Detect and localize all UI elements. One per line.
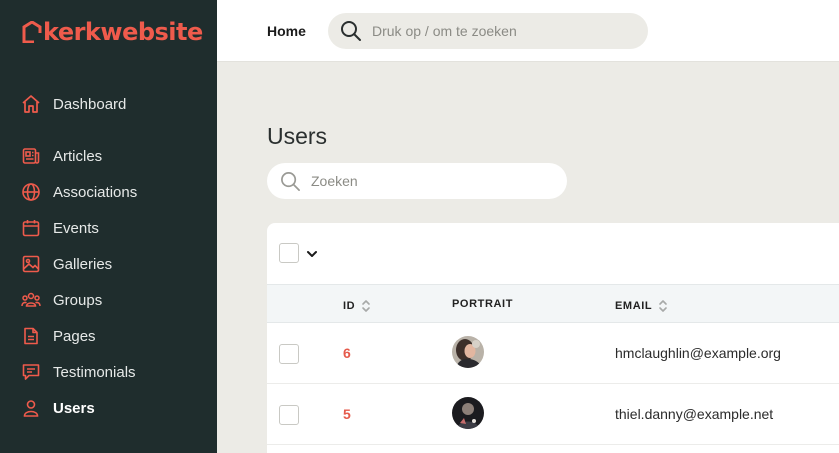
sidebar-item-testimonials[interactable]: Testimonials: [20, 359, 136, 385]
users-table: ID PORTRAIT EMAIL 6 hmclaughlin@example.…: [267, 223, 839, 453]
sidebar-item-dashboard[interactable]: Dashboard: [20, 91, 126, 117]
sidebar-item-label: Galleries: [53, 255, 113, 273]
calendar-icon: [20, 217, 42, 239]
user-search[interactable]: [267, 163, 567, 199]
globe-icon: [20, 181, 42, 203]
top-bar: Home: [217, 0, 839, 62]
user-icon: [20, 397, 42, 419]
global-search[interactable]: [328, 13, 648, 49]
table-row[interactable]: 6 hmclaughlin@example.org: [267, 323, 839, 384]
users-group-icon: [20, 289, 42, 311]
sidebar-item-users[interactable]: Users: [20, 395, 95, 421]
avatar: [452, 397, 484, 429]
sort-icon[interactable]: [658, 298, 668, 314]
sort-icon[interactable]: [361, 298, 371, 314]
sidebar-item-label: Dashboard: [53, 95, 127, 113]
sidebar-item-galleries[interactable]: Galleries: [20, 251, 112, 277]
column-header-email[interactable]: EMAIL: [615, 298, 668, 314]
table-header: ID PORTRAIT EMAIL: [267, 284, 839, 323]
sidebar-item-associations[interactable]: Associations: [20, 179, 137, 205]
row-checkbox[interactable]: [279, 405, 299, 425]
user-email: hmclaughlin@example.org: [615, 345, 781, 361]
user-search-input[interactable]: [311, 173, 551, 189]
sidebar-item-label: Users: [53, 399, 95, 417]
select-all-checkbox[interactable]: [279, 243, 299, 263]
row-checkbox[interactable]: [279, 344, 299, 364]
sidebar-item-label: Pages: [53, 327, 96, 345]
user-id-link[interactable]: 5: [343, 406, 351, 422]
chevron-down-icon[interactable]: [305, 247, 319, 261]
home-icon: [20, 93, 42, 115]
column-header-id[interactable]: ID: [343, 298, 371, 314]
home-link[interactable]: Home: [267, 23, 306, 39]
sidebar-item-pages[interactable]: Pages: [20, 323, 96, 349]
sidebar-item-articles[interactable]: Articles: [20, 143, 102, 169]
user-id-link[interactable]: 6: [343, 345, 351, 361]
document-icon: [20, 325, 42, 347]
sidebar: kerkwebsite Dashboard Articles Associati…: [0, 0, 217, 453]
logo-house-icon: [22, 21, 42, 43]
global-search-input[interactable]: [372, 23, 632, 39]
brand-name: kerkwebsite: [43, 18, 203, 46]
table-row[interactable]: 5 thiel.danny@example.net: [267, 384, 839, 445]
user-email: thiel.danny@example.net: [615, 406, 774, 422]
message-icon: [20, 361, 42, 383]
sidebar-item-label: Associations: [53, 183, 138, 201]
newspaper-icon: [20, 145, 42, 167]
sidebar-item-label: Articles: [53, 147, 103, 165]
search-icon: [341, 21, 361, 41]
sidebar-item-label: Groups: [53, 291, 103, 309]
image-icon: [20, 253, 42, 275]
sidebar-item-groups[interactable]: Groups: [20, 287, 102, 313]
column-header-portrait: PORTRAIT: [452, 298, 514, 310]
brand-logo[interactable]: kerkwebsite: [22, 16, 203, 48]
sidebar-item-label: Events: [53, 219, 99, 237]
avatar: [452, 336, 484, 368]
search-icon: [281, 171, 300, 191]
bulk-actions-bar: [267, 223, 839, 284]
page-title: Users: [267, 123, 328, 149]
sidebar-item-label: Testimonials: [53, 363, 136, 381]
sidebar-item-events[interactable]: Events: [20, 215, 99, 241]
